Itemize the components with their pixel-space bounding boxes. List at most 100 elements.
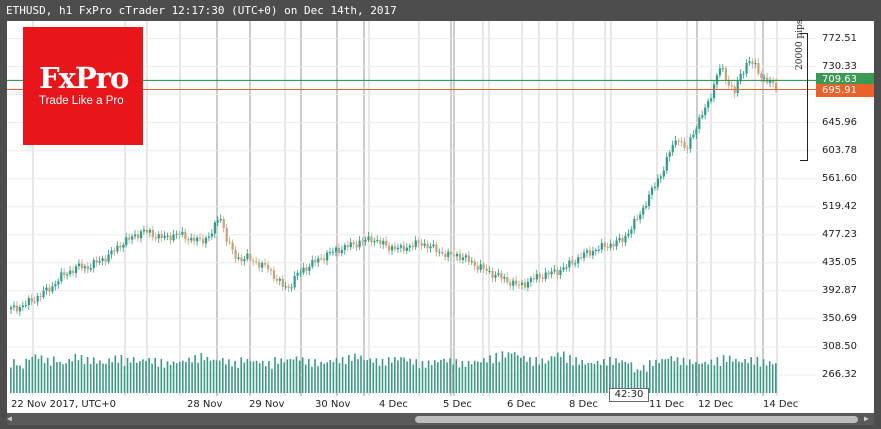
volume-bar	[685, 365, 688, 393]
price-tick-label: 350.69	[822, 312, 857, 324]
volume-bar	[658, 363, 660, 393]
volume-bar	[670, 356, 673, 393]
volume-bar	[707, 364, 709, 393]
candle-body	[630, 229, 633, 234]
volume-bar	[762, 359, 765, 393]
volume-bar	[218, 360, 221, 393]
candle-body	[193, 237, 196, 242]
volume-bar	[228, 359, 230, 393]
volume-bar	[341, 357, 344, 393]
volume-bar	[563, 351, 565, 393]
volume-bar	[49, 365, 52, 393]
volume-bar	[655, 359, 657, 393]
volume-bar	[83, 364, 86, 393]
scroll-thumb[interactable]	[415, 416, 858, 423]
candle-body	[615, 240, 618, 247]
scroll-right-arrow-icon[interactable]: ▶	[864, 415, 872, 423]
volume-bar	[529, 357, 531, 393]
volume-bar	[581, 359, 583, 393]
candle-body	[21, 305, 25, 308]
volume-bar	[556, 352, 559, 393]
volume-bar	[689, 359, 691, 393]
candle-body	[695, 128, 698, 135]
volume-bar	[446, 362, 448, 393]
candle-body	[296, 272, 299, 276]
candle-body	[131, 236, 134, 240]
candle-body	[571, 260, 574, 264]
volume-bar	[449, 358, 451, 393]
candle-body	[373, 240, 376, 243]
candle-body	[515, 280, 518, 285]
volume-bar	[661, 359, 663, 393]
scroll-left-arrow-icon[interactable]: ◀	[7, 415, 15, 423]
candle-body	[624, 235, 627, 243]
volume-bar	[649, 360, 651, 393]
volume-bar	[713, 365, 716, 393]
candle-body	[751, 61, 754, 65]
candle-body	[234, 249, 237, 259]
candle-body	[284, 286, 287, 288]
candle-body	[376, 240, 379, 242]
fxpro-logo: FxPro Trade Like a Pro	[23, 27, 143, 145]
candle-body	[724, 68, 727, 80]
candle-body	[435, 244, 438, 253]
volume-bar	[541, 358, 544, 393]
candle-body	[101, 258, 104, 262]
candle-body	[674, 140, 677, 145]
volume-bar	[673, 361, 676, 393]
candle-body	[553, 269, 556, 272]
candle-body	[352, 242, 355, 245]
volume-bar	[295, 356, 298, 393]
volume-bar	[698, 364, 700, 393]
candle-body	[272, 270, 276, 279]
volume-bar	[679, 365, 682, 393]
volume-bar	[603, 359, 605, 393]
volume-bar	[68, 359, 70, 393]
volume-bar	[768, 361, 771, 393]
candle-body	[178, 233, 181, 235]
candle-body	[456, 253, 459, 257]
volume-bar	[96, 363, 98, 393]
candle-body	[453, 254, 456, 257]
volume-bar	[492, 363, 494, 393]
price-axis[interactable]: 772.51730.33688.14645.96603.78561.60519.…	[816, 21, 874, 396]
candle-body	[187, 238, 190, 241]
candle-body	[305, 267, 308, 271]
horizontal-scrollbar[interactable]: ◀ ▶	[7, 413, 874, 425]
candle-body	[730, 85, 733, 87]
volume-bar	[139, 361, 141, 393]
volume-bar	[464, 366, 467, 393]
candle-body	[701, 115, 704, 118]
candle-body	[116, 245, 119, 252]
volume-bar	[381, 359, 384, 393]
candle-body	[311, 260, 314, 267]
candle-body	[736, 81, 739, 94]
volume-bar	[46, 357, 49, 393]
volume-bar	[37, 359, 40, 393]
candle-body	[349, 242, 352, 248]
candle-body	[231, 242, 234, 250]
candle-body	[488, 270, 491, 272]
candle-body	[715, 75, 719, 85]
volume-bar	[19, 365, 21, 393]
chart-title: ETHUSD, h1 FxPro cTrader 12:17:30 (UTC+0…	[6, 4, 397, 17]
ask-price-tag: 695.91	[816, 84, 874, 98]
volume-bar	[209, 360, 212, 393]
logo-brand: FxPro	[39, 61, 129, 95]
volume-bar	[283, 362, 285, 393]
candle-body	[710, 98, 713, 102]
candle-body	[748, 61, 751, 64]
volume-bar	[372, 362, 375, 393]
volume-bar	[298, 360, 301, 393]
volume-bar	[467, 360, 470, 393]
candle-body	[423, 243, 426, 246]
volume-bar	[400, 357, 402, 393]
volume-bar	[366, 360, 368, 393]
candle-body	[662, 170, 665, 177]
volume-bar	[169, 364, 172, 393]
volume-bar	[86, 357, 89, 393]
volume-bar	[682, 357, 685, 393]
time-axis[interactable]: 22 Nov 2017, UTC+0 28 Nov 29 Nov 30 Nov 4 De…	[7, 396, 816, 413]
volume-bar	[123, 366, 126, 393]
candle-body	[426, 243, 429, 249]
